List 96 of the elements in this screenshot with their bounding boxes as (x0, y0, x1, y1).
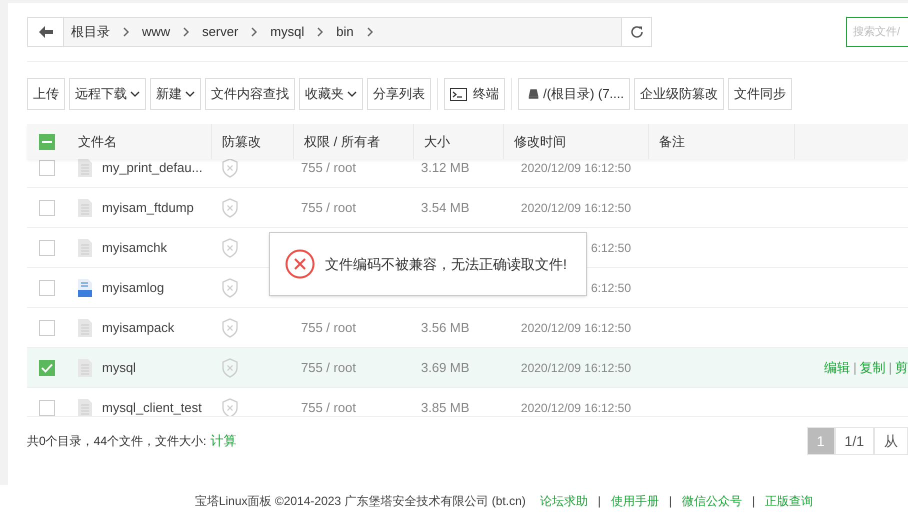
size-text: 3.85 MB (421, 400, 470, 415)
search-field[interactable]: 搜索文件/ (846, 17, 908, 47)
toolbar-button[interactable]: 终端 (444, 78, 505, 110)
checkbox[interactable] (39, 360, 55, 376)
toolbar-button[interactable]: 企业级防篡改 (634, 78, 724, 110)
shield-icon (221, 358, 239, 378)
modified-time: 6:12:50 (590, 282, 631, 294)
caret-icon (130, 90, 140, 98)
checkbox[interactable] (39, 320, 55, 336)
file-name[interactable]: myisamlog (102, 281, 164, 294)
terminal-icon (450, 88, 467, 100)
chevron-right-icon (122, 27, 130, 37)
permission-text: 755 / root (301, 160, 356, 175)
size-text: 3.54 MB (421, 200, 470, 215)
breadcrumb-item[interactable]: 根目录 (71, 22, 110, 42)
separator: | (888, 358, 892, 377)
separator: | (853, 358, 857, 377)
permission-text: 755 / root (301, 360, 356, 375)
modified-time: 2020/12/09 16:12:50 (520, 362, 631, 374)
toolbar-button[interactable]: 上传 (27, 78, 65, 110)
toolbar-button[interactable]: 远程下载 (69, 78, 146, 110)
page-button[interactable]: 从 (874, 427, 908, 455)
back-button[interactable] (28, 18, 64, 46)
file-icon (78, 358, 92, 376)
error-icon (285, 249, 315, 279)
shield-icon (221, 398, 239, 416)
permission-text: 755 / root (301, 200, 356, 215)
column-header[interactable]: 修改时间 (514, 132, 566, 152)
breadcrumb-item[interactable]: bin (336, 22, 354, 42)
permission-text: 755 / root (301, 400, 356, 415)
minus-icon (42, 140, 52, 142)
file-icon (78, 318, 92, 336)
checkbox[interactable] (39, 200, 55, 216)
column-header[interactable]: 权限 / 所有者 (304, 132, 380, 152)
shield-icon (221, 278, 239, 298)
separator: | (752, 495, 756, 507)
checkbox[interactable] (39, 400, 55, 416)
shield-icon (221, 318, 239, 338)
modified-time: 6:12:50 (590, 242, 631, 254)
column-header[interactable]: 备注 (659, 132, 685, 152)
column-header[interactable]: 大小 (424, 132, 450, 152)
file-name[interactable]: myisam_ftdump (102, 201, 194, 214)
checkbox[interactable] (39, 240, 55, 256)
check-icon (41, 362, 53, 372)
toolbar-button[interactable]: 文件同步 (728, 78, 792, 110)
table-row[interactable]: my_print_defau... 755 / root 3.12 MB 2020/12/09 16:12:50 (27, 159, 908, 188)
shield-icon (221, 159, 239, 178)
chevron-right-icon (182, 27, 190, 37)
modified-time: 2020/12/09 16:12:50 (520, 322, 631, 334)
separator: | (598, 495, 601, 507)
page-button[interactable]: 1/1 (834, 427, 874, 455)
breadcrumb-item[interactable]: www (142, 22, 170, 42)
file-icon (78, 238, 92, 256)
refresh-icon (628, 24, 644, 40)
toolbar-button[interactable]: 收藏夹 (299, 78, 363, 110)
disk-icon (528, 87, 540, 101)
checkbox[interactable] (39, 160, 55, 176)
file-name[interactable]: mysql_client_test (102, 401, 202, 414)
file-icon (78, 198, 92, 216)
breadcrumb-item[interactable]: mysql (270, 22, 304, 42)
size-text: 3.12 MB (421, 160, 470, 175)
column-header[interactable]: 文件名 (78, 132, 117, 152)
table-row[interactable]: mysql 755 / root 3.69 MB 2020/12/09 16:12:50 编辑 | 复制 | 剪 (27, 348, 908, 388)
toolbar-button[interactable]: 新建 (150, 78, 201, 110)
modified-time: 2020/12/09 16:12:50 (520, 202, 631, 214)
file-icon (78, 159, 92, 176)
caret-icon (347, 90, 357, 98)
refresh-button[interactable] (621, 18, 651, 46)
summary-text: 共0个目录，44个文件，文件大小: (27, 433, 206, 450)
breadcrumb-item[interactable]: server (202, 22, 238, 42)
toolbar-button[interactable]: 分享列表 (367, 78, 431, 110)
caret-icon (185, 90, 195, 98)
copyright-text: 宝塔Linux面板 ©2014-2023 广东堡塔安全技术有限公司 (bt.cn) (194, 495, 526, 507)
chevron-right-icon (250, 27, 258, 37)
file-name[interactable]: my_print_defau... (102, 161, 202, 174)
toolbar-button[interactable]: /(根目录) (7.... (518, 78, 630, 110)
checkbox[interactable] (39, 280, 55, 296)
column-header[interactable]: 防篡改 (222, 132, 261, 152)
dialog-message: 文件编码不被兼容，无法正确读取文件! (325, 254, 567, 274)
separator: | (668, 495, 672, 507)
permission-text: 755 / root (301, 320, 356, 335)
size-text: 3.56 MB (421, 320, 470, 335)
log-file-icon (78, 278, 92, 296)
size-text: 3.69 MB (421, 360, 470, 375)
file-name[interactable]: myisampack (102, 321, 174, 334)
shield-icon (221, 238, 239, 258)
file-name[interactable]: mysql (102, 361, 136, 374)
chevron-right-icon (366, 27, 374, 37)
modified-time: 2020/12/09 16:12:50 (520, 162, 631, 174)
file-name[interactable]: myisamchk (102, 241, 168, 254)
shield-icon (221, 198, 239, 218)
chevron-right-icon (316, 27, 324, 37)
back-arrow-icon (38, 26, 52, 38)
toolbar-button[interactable]: 文件内容查找 (205, 78, 295, 110)
modified-time: 2020/12/09 16:12:50 (520, 402, 631, 414)
checkbox[interactable] (39, 134, 55, 150)
